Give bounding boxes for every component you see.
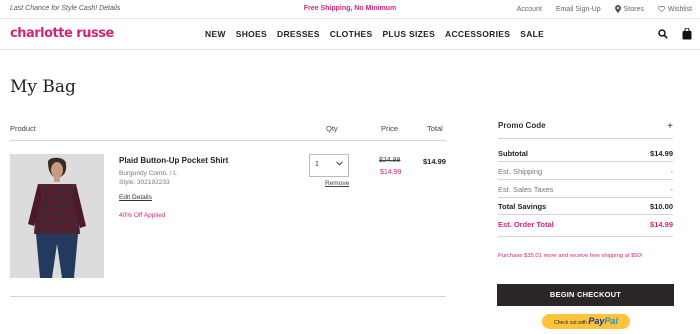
paypal-checkout-button[interactable]: Check out with PayPal bbox=[542, 314, 630, 329]
free-shipping-threshold-note: Purchase $35.01 more and receive free sh… bbox=[498, 253, 643, 259]
summary-divider bbox=[498, 179, 673, 180]
paypal-logo-pay: Pay bbox=[588, 316, 605, 326]
nav-clothes[interactable]: CLOTHES bbox=[330, 29, 373, 39]
shipping-row: Est. Shipping - bbox=[498, 167, 673, 176]
product-image[interactable] bbox=[10, 154, 104, 278]
summary-divider bbox=[498, 138, 673, 139]
wishlist-link[interactable]: Wishlist bbox=[658, 6, 692, 13]
subtotal-row: Subtotal $14.99 bbox=[498, 149, 673, 158]
header-icons bbox=[658, 28, 692, 40]
account-link[interactable]: Account bbox=[517, 6, 542, 13]
original-price: $24.99 bbox=[379, 157, 401, 164]
tax-label: Est. Sales Taxes bbox=[498, 185, 554, 194]
location-pin-icon bbox=[614, 5, 621, 13]
product-style-number: Style: 302192233 bbox=[119, 179, 170, 186]
stores-link[interactable]: Stores bbox=[614, 5, 644, 13]
summary-divider bbox=[498, 236, 673, 237]
edit-details-link[interactable]: Edit Details bbox=[119, 194, 152, 201]
brand-logo[interactable]: charlotte russe bbox=[10, 26, 114, 41]
shipping-value: - bbox=[670, 167, 674, 176]
item-total: $14.99 bbox=[423, 157, 446, 166]
plus-icon: + bbox=[667, 121, 673, 132]
shipping-label: Est. Shipping bbox=[498, 167, 543, 176]
product-name-link[interactable]: Plaid Button-Up Pocket Shirt bbox=[119, 156, 228, 165]
chevron-down-icon bbox=[336, 161, 343, 166]
quantity-value: 1 bbox=[315, 161, 319, 168]
paypal-logo-pal: Pal bbox=[604, 316, 618, 326]
nav-dresses[interactable]: DRESSES bbox=[277, 29, 320, 39]
savings-row: Total Savings $10.00 bbox=[498, 202, 673, 211]
product-color-size: Burgundy Comb. / L bbox=[119, 170, 177, 177]
summary-divider bbox=[498, 161, 673, 162]
begin-checkout-button[interactable]: BEGIN CHECKOUT bbox=[497, 284, 674, 306]
summary-divider bbox=[498, 214, 673, 215]
summary-divider bbox=[498, 197, 673, 198]
subtotal-label: Subtotal bbox=[498, 149, 528, 158]
product-column-header: Product bbox=[10, 124, 36, 133]
paypal-prefix: Check out with bbox=[554, 320, 587, 326]
email-signup-link[interactable]: Email Sign-Up bbox=[556, 6, 601, 13]
main-nav: NEW SHOES DRESSES CLOTHES PLUS SIZES ACC… bbox=[205, 29, 544, 39]
savings-value: $10.00 bbox=[650, 202, 673, 211]
promo-code-label: Promo Code bbox=[498, 121, 546, 130]
wishlist-label: Wishlist bbox=[667, 5, 692, 13]
total-column-header: Total bbox=[427, 124, 443, 133]
order-total-row: Est. Order Total $14.99 bbox=[498, 220, 673, 229]
page-title: My Bag bbox=[10, 77, 76, 97]
product-photo-illustration bbox=[10, 154, 104, 278]
price-column-header: Price bbox=[381, 124, 399, 133]
heart-icon bbox=[658, 6, 665, 12]
bag-icon[interactable] bbox=[682, 28, 692, 40]
stores-label: Stores bbox=[623, 5, 644, 13]
utility-links: Account Email Sign-Up Stores Wishlist bbox=[517, 5, 692, 13]
tax-value: - bbox=[670, 185, 674, 194]
promo-bar: Last Chance for Style Cash! Details Free… bbox=[0, 0, 700, 19]
search-icon[interactable] bbox=[658, 29, 668, 39]
tax-row: Est. Sales Taxes - bbox=[498, 185, 673, 194]
nav-new[interactable]: NEW bbox=[205, 29, 226, 39]
site-header: charlotte russe NEW SHOES DRESSES CLOTHE… bbox=[0, 20, 700, 50]
table-bottom-divider bbox=[10, 296, 446, 297]
quantity-select[interactable]: 1 bbox=[309, 154, 349, 177]
nav-plus-sizes[interactable]: PLUS SIZES bbox=[382, 29, 435, 39]
discount-applied-note: 40% Off Applied bbox=[119, 212, 166, 219]
subtotal-value: $14.99 bbox=[650, 149, 673, 158]
remove-item-link[interactable]: Remove bbox=[325, 180, 349, 187]
order-total-value: $14.99 bbox=[650, 220, 673, 229]
qty-column-header: Qty bbox=[326, 124, 338, 133]
savings-label: Total Savings bbox=[498, 202, 547, 211]
nav-sale[interactable]: SALE bbox=[520, 29, 544, 39]
table-divider bbox=[10, 140, 446, 141]
sale-price: $14.99 bbox=[380, 169, 402, 176]
promo-code-toggle[interactable]: Promo Code + bbox=[498, 121, 673, 132]
nav-accessories[interactable]: ACCESSORIES bbox=[445, 29, 510, 39]
nav-shoes[interactable]: SHOES bbox=[236, 29, 267, 39]
order-total-label: Est. Order Total bbox=[498, 220, 554, 229]
